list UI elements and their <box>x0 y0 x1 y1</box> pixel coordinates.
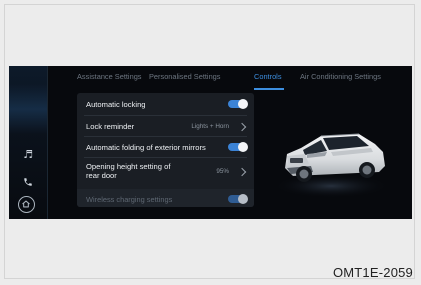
rear-door-height-value: 95% <box>216 168 229 175</box>
setting-row-auto-fold-mirrors[interactable]: Automatic folding of exterior mirrors <box>77 137 254 157</box>
home-icon[interactable] <box>18 196 35 213</box>
active-tab-indicator <box>254 88 284 90</box>
infotainment-screen: ♬ Assistance Settings Personalised Setti… <box>9 66 412 219</box>
figure-code: OMT1E-2059 <box>332 265 413 280</box>
vehicle-image <box>271 106 396 206</box>
tab-assistance-settings[interactable]: Assistance Settings <box>77 72 142 81</box>
tab-air-conditioning-settings[interactable]: Air Conditioning Settings <box>300 72 381 81</box>
rear-door-height-label-line1: Opening height setting of <box>86 162 171 171</box>
toggle-knob <box>238 142 248 152</box>
setting-row-automatic-locking[interactable]: Automatic locking <box>77 93 254 115</box>
setting-row-wireless-charging[interactable]: Wireless charging settings <box>77 189 254 207</box>
automatic-locking-toggle[interactable] <box>228 99 248 109</box>
phone-icon[interactable] <box>9 172 47 191</box>
settings-tabs: Assistance Settings Personalised Setting… <box>9 72 412 90</box>
toggle-knob <box>238 99 248 109</box>
wireless-charging-toggle[interactable] <box>228 194 248 204</box>
auto-fold-mirrors-label: Automatic folding of exterior mirrors <box>86 143 206 152</box>
rail-highlight <box>9 84 47 134</box>
rear-door-height-label-line2: rear door <box>86 171 117 180</box>
setting-row-rear-door-height[interactable]: Opening height setting of rear door 95% <box>77 158 254 188</box>
wireless-charging-label: Wireless charging settings <box>86 195 173 204</box>
automatic-locking-label: Automatic locking <box>86 100 146 109</box>
tab-personalised-settings[interactable]: Personalised Settings <box>149 72 221 81</box>
auto-fold-mirrors-toggle[interactable] <box>228 142 248 152</box>
chevron-right-icon <box>237 122 247 132</box>
setting-row-lock-reminder[interactable]: Lock reminder Lights + Horn <box>77 116 254 136</box>
music-icon[interactable]: ♬ <box>9 148 47 161</box>
tab-controls[interactable]: Controls <box>254 72 282 81</box>
chevron-right-icon <box>237 167 247 177</box>
toggle-knob <box>238 194 248 204</box>
side-rail: ♬ <box>9 66 48 219</box>
lock-reminder-value: Lights + Horn <box>191 123 229 130</box>
lock-reminder-label: Lock reminder <box>86 122 135 131</box>
